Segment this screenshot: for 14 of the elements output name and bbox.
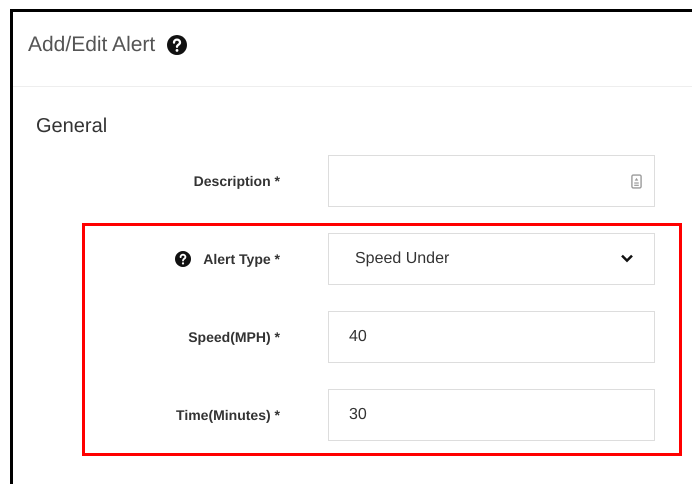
field-label: Time(Minutes) *	[176, 406, 280, 425]
field-label: Alert Type *	[203, 250, 280, 269]
help-icon[interactable]	[167, 35, 188, 55]
help-icon[interactable]	[175, 251, 192, 267]
dropdown-field[interactable]: Speed Under	[328, 233, 655, 285]
keypad-icon	[631, 174, 642, 188]
section-title: General	[36, 115, 108, 137]
panel-title: Add/Edit Alert	[28, 32, 156, 58]
input-field[interactable]	[328, 155, 655, 207]
field-label: Description *	[194, 172, 280, 191]
input-field[interactable]: 30	[328, 389, 655, 441]
field-label: Speed(MPH) *	[188, 328, 280, 347]
input-field[interactable]: 40	[328, 311, 655, 363]
chevron-down-icon	[620, 254, 634, 264]
